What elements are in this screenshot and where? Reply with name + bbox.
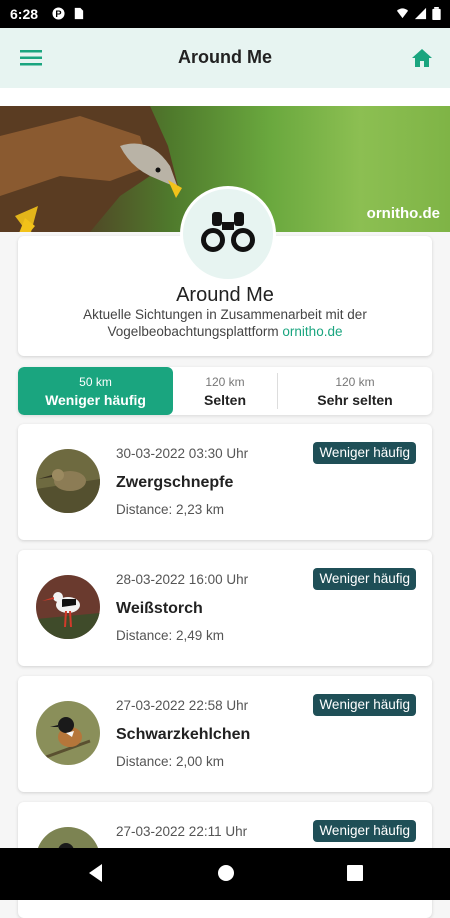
app-bar: Around Me — [0, 28, 450, 88]
sighting-card[interactable]: 27-03-2022 22:58 Uhr Weniger häufig Schw… — [18, 676, 432, 792]
bird-avatar-image — [36, 449, 100, 513]
sighting-distance: Distance: 2,49 km — [116, 628, 225, 643]
tab-sehr-selten[interactable]: 120 km Sehr selten — [278, 367, 432, 415]
filter-tabs: 50 km Weniger häufig 120 km Selten 120 k… — [18, 367, 432, 415]
intro-title: Around Me — [176, 284, 274, 306]
home-nav-icon[interactable] — [216, 862, 236, 884]
app-bar-spacer — [0, 88, 450, 106]
rarity-badge: Weniger häufig — [313, 442, 416, 464]
sighting-date: 28-03-2022 16:00 Uhr — [116, 572, 249, 587]
tab-weniger-haeufig[interactable]: 50 km Weniger häufig — [18, 367, 173, 415]
sighting-date: 30-03-2022 03:30 Uhr — [116, 446, 249, 461]
tab-distance: 50 km — [79, 375, 112, 389]
bird-name: Zwergschnepfe — [116, 474, 234, 491]
signal-icon — [414, 7, 427, 20]
ornitho-link[interactable]: ornitho.de — [282, 324, 342, 339]
app-title: Around Me — [178, 47, 272, 67]
battery-icon — [432, 7, 441, 20]
intro-description: Aktuelle Sichtungen in Zusammenarbeit mi… — [18, 306, 432, 340]
status-time: 6:28 — [10, 6, 39, 22]
sighting-card[interactable]: 28-03-2022 16:00 Uhr Weniger häufig Weiß… — [18, 550, 432, 666]
bird-avatar-image — [36, 701, 100, 765]
svg-text:P: P — [55, 9, 61, 19]
logo-circle — [180, 186, 276, 282]
rarity-badge: Weniger häufig — [313, 694, 416, 716]
sighting-date: 27-03-2022 22:58 Uhr — [116, 698, 249, 713]
wifi-icon — [396, 8, 409, 19]
sd-card-icon — [74, 7, 84, 20]
tab-distance: 120 km — [335, 375, 375, 389]
recents-icon[interactable] — [345, 862, 365, 884]
bird-avatar-image — [36, 575, 100, 639]
sighting-card[interactable]: 30-03-2022 03:30 Uhr Weniger häufig Zwer… — [18, 424, 432, 540]
home-icon[interactable] — [410, 46, 434, 70]
tab-label: Weniger häufig — [45, 392, 146, 408]
eagle-image — [0, 106, 182, 232]
tab-label: Selten — [203, 392, 246, 408]
sighting-distance: Distance: 2,23 km — [116, 502, 225, 517]
back-icon[interactable] — [86, 862, 104, 884]
tab-selten[interactable]: 120 km Selten — [173, 367, 277, 415]
notification-icon: P — [52, 7, 65, 20]
rarity-badge: Weniger häufig — [313, 568, 416, 590]
banner-brand-text: ornitho.de — [366, 205, 440, 222]
tab-label: Sehr selten — [317, 392, 393, 408]
sighting-distance: Distance: 2,00 km — [116, 754, 225, 769]
binoculars-icon — [201, 212, 255, 252]
system-navigation-bar — [0, 848, 450, 900]
status-bar: 6:28 P — [0, 0, 450, 28]
sighting-date: 27-03-2022 22:11 Uhr — [116, 824, 248, 839]
tab-distance: 120 km — [205, 375, 245, 389]
bird-name: Schwarzkehlchen — [116, 726, 251, 743]
bird-name: Weißstorch — [116, 600, 203, 617]
rarity-badge: Weniger häufig — [313, 820, 416, 842]
